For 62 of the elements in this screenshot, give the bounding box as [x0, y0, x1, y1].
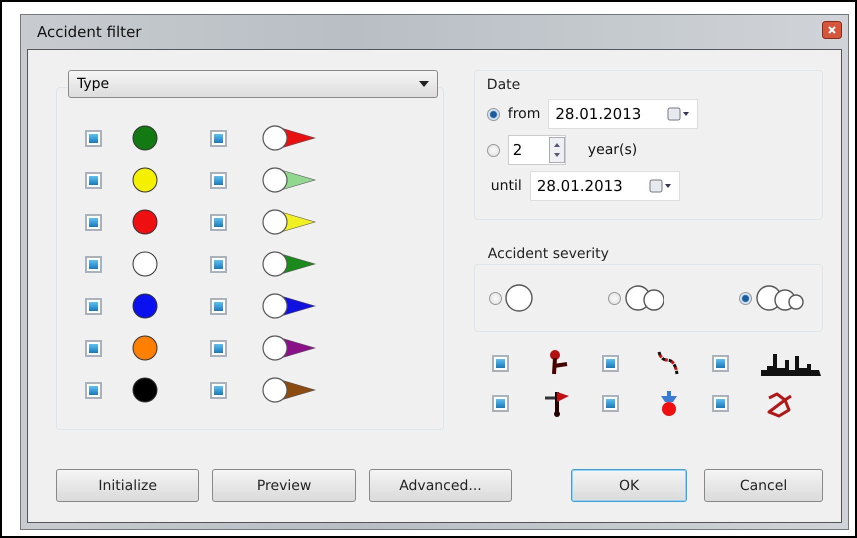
years-spinner[interactable]: 2 — [508, 135, 566, 165]
checkbox[interactable] — [210, 298, 227, 314]
checkbox[interactable] — [85, 214, 102, 230]
checkbox[interactable] — [85, 130, 102, 146]
pin-icon — [261, 208, 317, 236]
checkbox[interactable] — [210, 214, 227, 230]
checkbox[interactable] — [210, 382, 227, 398]
radio-button[interactable] — [738, 292, 752, 304]
pin-icon — [261, 124, 317, 152]
dialog-button[interactable]: OK — [571, 469, 688, 502]
checkbox[interactable] — [602, 394, 619, 412]
dot-icon — [132, 167, 158, 193]
checkbox[interactable] — [85, 382, 102, 398]
date-field[interactable]: 28.01.2013 — [548, 99, 698, 129]
radio-button[interactable] — [608, 292, 621, 304]
pin-icon — [261, 334, 317, 362]
radio-button[interactable] — [486, 108, 500, 120]
checkbox[interactable] — [85, 256, 102, 272]
severity-icon — [754, 284, 804, 312]
pin-icon — [261, 292, 317, 320]
checkbox[interactable] — [492, 394, 509, 412]
checkbox[interactable] — [492, 354, 509, 372]
group-title: Accident severity — [488, 246, 610, 262]
checkbox[interactable] — [210, 172, 227, 188]
until-label: until — [490, 178, 522, 194]
dot-icon — [132, 293, 158, 319]
severity-icon — [624, 284, 664, 312]
pin-icon — [261, 250, 317, 278]
years-label: year(s) — [588, 142, 638, 158]
close-icon[interactable] — [822, 21, 842, 39]
calendar-icon — [648, 179, 673, 193]
dialog-button[interactable]: Preview — [212, 469, 356, 502]
radio-button[interactable] — [486, 144, 500, 156]
checkbox[interactable] — [85, 298, 102, 314]
dot-icon — [132, 209, 158, 235]
checkbox[interactable] — [210, 256, 227, 272]
dot-icon — [132, 377, 158, 403]
type-dropdown[interactable]: Type — [68, 70, 438, 98]
spinner-arrows-icon — [548, 137, 565, 163]
dialog-button[interactable]: Advanced... — [368, 469, 512, 502]
window-title: Accident filter — [36, 23, 142, 41]
dialog-button[interactable]: Cancel — [704, 469, 823, 502]
pin-icon — [261, 376, 317, 404]
checkbox[interactable] — [85, 340, 102, 356]
dot-icon — [132, 335, 158, 361]
checkbox[interactable] — [712, 354, 729, 372]
pin-icon — [261, 166, 317, 194]
checkbox[interactable] — [85, 172, 102, 188]
caret-icon — [419, 81, 429, 87]
severity-icon — [504, 284, 533, 312]
checkbox[interactable] — [712, 394, 729, 412]
calendar-icon — [667, 107, 692, 121]
date-field[interactable]: 28.01.2013 — [530, 171, 680, 201]
checkbox[interactable] — [210, 340, 227, 356]
from-label: from — [508, 106, 540, 122]
group-title: Date — [486, 77, 522, 93]
dot-icon — [132, 125, 158, 151]
dot-icon — [132, 251, 158, 277]
radio-button[interactable] — [488, 292, 502, 304]
dialog-button[interactable]: Initialize — [56, 469, 200, 502]
checkbox[interactable] — [602, 354, 619, 372]
checkbox[interactable] — [210, 130, 227, 146]
